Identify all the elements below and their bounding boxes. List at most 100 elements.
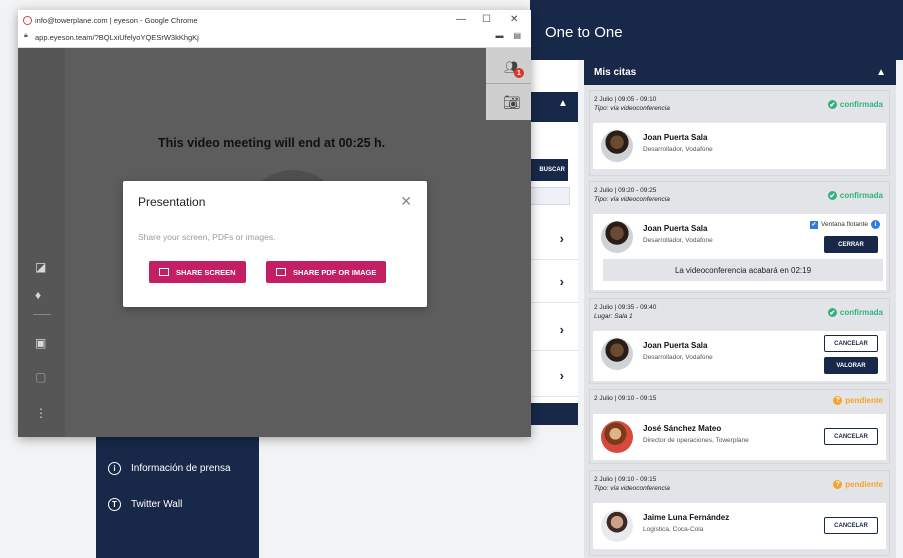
appointment-date: 2 Julio | 09:05 - 09:10 [594,96,657,103]
chevron-right-icon: › [559,231,564,246]
participant-role: Desarrollador, Vodafone [643,146,713,153]
maximize-button[interactable]: ☐ [482,14,491,25]
appointment-card: 2 Julio | 09:35 - 09:40 Lugar: Sala 1 ✔ … [589,298,890,384]
address-bar[interactable]: app.eyeson.team/?BQLxiUfelyoYQESrW3kKhgK… [35,33,199,42]
meeting-end-message: This video meeting will end at 00:25 h. [158,136,386,150]
screen-share-icon[interactable]: ▣ [35,336,46,350]
status-label: pendiente [845,396,883,405]
share-screen-button[interactable]: SHARE SCREEN [149,261,246,283]
divider [33,314,51,315]
search-input[interactable] [530,187,570,205]
status-badge: ? pendiente [833,480,883,489]
status-label: confirmada [839,308,883,317]
participant-name: Joan Puerta Sala [643,341,708,350]
chevron-up-icon[interactable]: ▲ [558,98,568,109]
appointment-date: 2 Julio | 09:10 - 09:15 [594,476,657,483]
participant-name: Joan Puerta Sala [643,224,708,233]
question-icon: ? [833,480,843,489]
more-options-icon[interactable]: ⋮ [35,406,47,420]
appointment-date: 2 Julio | 09:35 - 09:40 [594,304,657,311]
minimize-button[interactable]: — [456,14,466,25]
checkbox-checked-icon[interactable]: ✔ [810,220,818,229]
list-item[interactable]: › [530,218,578,260]
chevron-right-icon: › [559,322,564,337]
floating-window-toggle[interactable]: ✔ Ventana flotante i [810,220,880,229]
middle-panel-footer [530,403,578,425]
snapshot-camera-icon[interactable]: 📷︎ [503,94,521,111]
nav-item-press-info[interactable]: i Información de prensa [108,462,231,475]
window-close-button[interactable]: ✕ [510,14,518,25]
info-icon: i [108,462,121,475]
microphone-icon[interactable]: ♦ [35,288,41,302]
participant-name: Joan Puerta Sala [643,133,708,142]
middle-panel-header[interactable] [530,92,578,122]
nav-item-twitter-wall[interactable]: T Twitter Wall [108,498,182,511]
rate-button[interactable]: VALORAR [824,357,878,374]
cancel-button[interactable]: CANCELAR [824,428,878,445]
share-pdf-button[interactable]: SHARE PDF OR IMAGE [266,261,387,283]
nav-item-label: Twitter Wall [131,499,183,510]
participant-row: Joan Puerta Sala Desarrollador, Vodafone… [593,331,886,381]
appointments-title: Mis citas [594,67,637,78]
participant-name: José Sánchez Mateo [643,424,722,433]
check-icon: ✔ [827,100,837,109]
appointment-date: 2 Julio | 09:10 - 09:15 [594,395,657,402]
participant-role: Desarrollador, Vodafone [643,354,713,361]
camera-off-icon[interactable]: ◪ [35,260,46,274]
info-icon[interactable]: i [871,220,880,229]
presentation-icon[interactable]: ▢ [35,370,46,384]
status-label: confirmada [839,191,883,200]
appointments-header[interactable]: Mis citas ▲ [584,60,896,85]
appointment-meta: 2 Julio | 09:20 - 09:25 Tipo: vía videoc… [594,186,670,204]
cancel-button[interactable]: CANCELAR [824,517,878,534]
modal-description: Share your screen, PDFs or images. [138,232,276,242]
left-sidebar-nav [96,435,259,558]
page-title: One to One [545,24,623,41]
status-badge: ✔ confirmada [827,308,883,317]
divider [486,83,531,84]
avatar [601,421,633,453]
status-label: pendiente [845,480,883,489]
participant-role: Desarrollador, Vodafone [643,237,713,244]
call-ends-notice: La videoconferencia acabará en 02:19 [603,259,883,281]
appointment-meta: 2 Julio | 09:35 - 09:40 Lugar: Sala 1 [594,303,656,321]
browser-title-bar: info@towerplane.com | eyeson - Google Ch… [18,10,531,48]
monitor-icon [159,268,169,276]
appointment-date: 2 Julio | 09:20 - 09:25 [594,187,657,194]
lock-icon: 🔒︎ [24,32,28,39]
close-icon[interactable]: ✕ [400,193,412,210]
screen: i Información de prensa T Twitter Wall O… [0,0,903,558]
avatar [601,510,633,542]
participant-name: Jaime Luna Fernández [643,513,730,522]
avatar [601,338,633,370]
participant-row: Joan Puerta Sala Desarrollador, Vodafone [593,123,886,169]
participant-role: Director de operaciones, Towerplane [643,437,749,444]
appointment-card: 2 Julio | 09:20 - 09:25 Tipo: vía videoc… [589,181,890,293]
close-button[interactable]: CERRAR [824,236,878,253]
chevron-up-icon[interactable]: ▲ [876,67,886,78]
search-button[interactable]: BUSCAR [530,159,568,181]
appointment-location: Lugar: Sala 1 [594,313,633,320]
twitter-icon: T [108,498,121,511]
appointment-meta: 2 Julio | 09:10 - 09:15 [594,394,656,403]
appointment-type: Tipo: vía videoconferencia [594,485,670,492]
list-item[interactable]: › [530,355,578,397]
list-item[interactable]: › [530,261,578,303]
share-pdf-label: SHARE PDF OR IMAGE [293,267,377,277]
list-item[interactable]: › [530,309,578,351]
presentation-modal: Presentation ✕ Share your screen, PDFs o… [123,181,427,307]
participant-row: José Sánchez Mateo Director de operacion… [593,414,886,460]
avatar [601,130,633,162]
eyeson-favicon-icon [23,16,32,25]
cancel-button[interactable]: CANCELAR [824,335,878,352]
question-icon: ? [833,396,843,405]
nav-item-label: Información de prensa [131,463,231,474]
avatar [601,221,633,253]
floating-window-label: Ventana flotante [821,221,868,228]
status-badge: ? pendiente [833,396,883,405]
key-icon[interactable]: ▬ [495,31,503,40]
appointment-card: 2 Julio | 09:10 - 09:15 Tipo: vía videoc… [589,470,890,556]
translate-icon[interactable]: ▤ [513,31,521,40]
participant-row: Jaime Luna Fernández Logística, Coca-Col… [593,503,886,549]
share-screen-label: SHARE SCREEN [176,267,236,277]
